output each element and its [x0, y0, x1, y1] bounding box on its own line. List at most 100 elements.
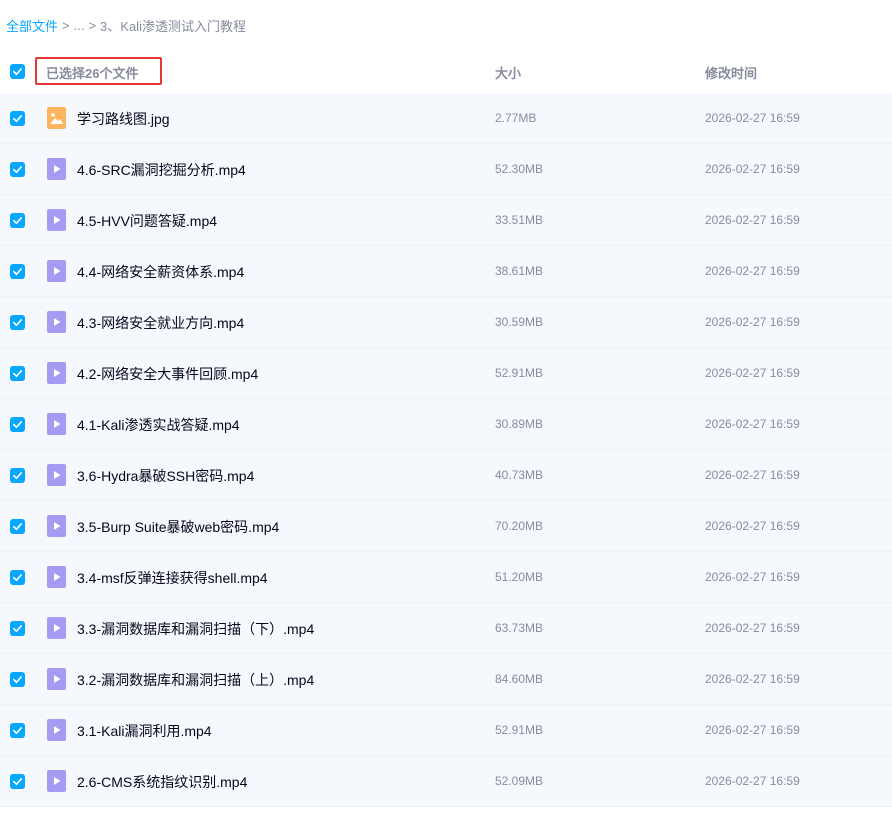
- column-header-time[interactable]: 修改时间: [705, 63, 757, 82]
- row-checkbox[interactable]: [10, 672, 25, 687]
- check-icon: [13, 319, 22, 327]
- file-modified-time: 2026-02-27 16:59: [705, 162, 800, 176]
- row-checkbox[interactable]: [10, 417, 25, 432]
- file-name[interactable]: 3.2-漏洞数据库和漏洞扫描（上）.mp4: [77, 670, 314, 690]
- file-modified-time: 2026-02-27 16:59: [705, 417, 800, 431]
- breadcrumb-root-link[interactable]: 全部文件: [6, 16, 58, 35]
- file-name[interactable]: 4.1-Kali渗透实战答疑.mp4: [77, 415, 240, 435]
- breadcrumb: 全部文件 > ... > 3、Kali渗透测试入门教程: [6, 14, 246, 36]
- row-checkbox[interactable]: [10, 774, 25, 789]
- file-name[interactable]: 4.6-SRC漏洞挖掘分析.mp4: [77, 160, 246, 180]
- file-row[interactable]: 3.4-msf反弹连接获得shell.mp4 51.20MB 2026-02-2…: [0, 552, 892, 603]
- check-icon: [13, 676, 22, 684]
- check-icon: [13, 625, 22, 633]
- file-modified-time: 2026-02-27 16:59: [705, 315, 800, 329]
- video-file-icon: [47, 566, 66, 588]
- check-icon: [13, 268, 22, 276]
- check-icon: [13, 115, 22, 123]
- file-modified-time: 2026-02-27 16:59: [705, 672, 800, 686]
- file-row[interactable]: 4.1-Kali渗透实战答疑.mp4 30.89MB 2026-02-27 16…: [0, 399, 892, 450]
- check-icon: [13, 472, 22, 480]
- file-modified-time: 2026-02-27 16:59: [705, 570, 800, 584]
- file-row[interactable]: 2.6-CMS系统指纹识别.mp4 52.09MB 2026-02-27 16:…: [0, 756, 892, 807]
- file-modified-time: 2026-02-27 16:59: [705, 366, 800, 380]
- check-icon: [13, 421, 22, 429]
- file-row[interactable]: 4.5-HVV问题答疑.mp4 33.51MB 2026-02-27 16:59: [0, 195, 892, 246]
- video-file-icon: [47, 464, 66, 486]
- file-name[interactable]: 学习路线图.jpg: [77, 109, 170, 129]
- file-size: 33.51MB: [495, 213, 544, 227]
- file-size: 52.91MB: [495, 366, 544, 380]
- video-file-icon: [47, 770, 66, 792]
- row-checkbox[interactable]: [10, 621, 25, 636]
- row-checkbox[interactable]: [10, 468, 25, 483]
- video-file-icon: [47, 209, 66, 231]
- file-row[interactable]: 4.3-网络安全就业方向.mp4 30.59MB 2026-02-27 16:5…: [0, 297, 892, 348]
- row-checkbox[interactable]: [10, 723, 25, 738]
- video-file-icon: [47, 617, 66, 639]
- video-file-icon: [47, 413, 66, 435]
- file-modified-time: 2026-02-27 16:59: [705, 519, 800, 533]
- list-header: 已选择26个文件 大小 修改时间: [0, 52, 892, 92]
- video-file-icon: [47, 515, 66, 537]
- file-size: 84.60MB: [495, 672, 544, 686]
- row-checkbox[interactable]: [10, 519, 25, 534]
- file-modified-time: 2026-02-27 16:59: [705, 468, 800, 482]
- select-all-checkbox[interactable]: [10, 64, 25, 79]
- file-size: 40.73MB: [495, 468, 544, 482]
- file-name[interactable]: 3.6-Hydra暴破SSH密码.mp4: [77, 466, 254, 486]
- file-row[interactable]: 3.2-漏洞数据库和漏洞扫描（上）.mp4 84.60MB 2026-02-27…: [0, 654, 892, 705]
- video-file-icon: [47, 260, 66, 282]
- check-icon: [13, 166, 22, 174]
- video-file-icon: [47, 362, 66, 384]
- video-file-icon: [47, 719, 66, 741]
- file-name[interactable]: 3.1-Kali漏洞利用.mp4: [77, 721, 212, 741]
- chevron-right-icon: >: [62, 17, 70, 33]
- video-file-icon: [47, 311, 66, 333]
- file-size: 52.91MB: [495, 723, 544, 737]
- check-icon: [13, 370, 22, 378]
- file-name[interactable]: 4.5-HVV问题答疑.mp4: [77, 211, 217, 231]
- row-checkbox[interactable]: [10, 315, 25, 330]
- file-name[interactable]: 2.6-CMS系统指纹识别.mp4: [77, 772, 247, 792]
- check-icon: [13, 217, 22, 225]
- file-modified-time: 2026-02-27 16:59: [705, 213, 800, 227]
- file-name[interactable]: 4.2-网络安全大事件回顾.mp4: [77, 364, 258, 384]
- video-file-icon: [47, 158, 66, 180]
- file-row[interactable]: 4.4-网络安全薪资体系.mp4 38.61MB 2026-02-27 16:5…: [0, 246, 892, 297]
- check-icon: [13, 68, 22, 76]
- file-row[interactable]: 4.6-SRC漏洞挖掘分析.mp4 52.30MB 2026-02-27 16:…: [0, 144, 892, 195]
- row-checkbox[interactable]: [10, 162, 25, 177]
- file-modified-time: 2026-02-27 16:59: [705, 774, 800, 788]
- file-row[interactable]: 3.1-Kali漏洞利用.mp4 52.91MB 2026-02-27 16:5…: [0, 705, 892, 756]
- file-size: 2.77MB: [495, 111, 537, 125]
- file-modified-time: 2026-02-27 16:59: [705, 723, 800, 737]
- file-row[interactable]: 3.5-Burp Suite暴破web密码.mp4 70.20MB 2026-0…: [0, 501, 892, 552]
- file-size: 63.73MB: [495, 621, 544, 635]
- file-name[interactable]: 3.5-Burp Suite暴破web密码.mp4: [77, 517, 279, 537]
- file-row[interactable]: 4.2-网络安全大事件回顾.mp4 52.91MB 2026-02-27 16:…: [0, 348, 892, 399]
- file-row[interactable]: 学习路线图.jpg 2.77MB 2026-02-27 16:59: [0, 93, 892, 144]
- file-modified-time: 2026-02-27 16:59: [705, 264, 800, 278]
- row-checkbox[interactable]: [10, 264, 25, 279]
- file-size: 30.59MB: [495, 315, 544, 329]
- file-size: 30.89MB: [495, 417, 544, 431]
- file-name[interactable]: 3.3-漏洞数据库和漏洞扫描（下）.mp4: [77, 619, 314, 639]
- file-size: 70.20MB: [495, 519, 544, 533]
- row-checkbox[interactable]: [10, 111, 25, 126]
- file-size: 38.61MB: [495, 264, 544, 278]
- file-name[interactable]: 4.4-网络安全薪资体系.mp4: [77, 262, 244, 282]
- file-row[interactable]: 3.6-Hydra暴破SSH密码.mp4 40.73MB 2026-02-27 …: [0, 450, 892, 501]
- breadcrumb-ellipsis-link[interactable]: ...: [74, 18, 85, 33]
- file-name[interactable]: 3.4-msf反弹连接获得shell.mp4: [77, 568, 268, 588]
- row-checkbox[interactable]: [10, 366, 25, 381]
- video-file-icon: [47, 668, 66, 690]
- column-header-size[interactable]: 大小: [495, 63, 521, 82]
- row-checkbox[interactable]: [10, 213, 25, 228]
- row-checkbox[interactable]: [10, 570, 25, 585]
- file-name[interactable]: 4.3-网络安全就业方向.mp4: [77, 313, 244, 333]
- check-icon: [13, 778, 22, 786]
- file-row[interactable]: 3.3-漏洞数据库和漏洞扫描（下）.mp4 63.73MB 2026-02-27…: [0, 603, 892, 654]
- selected-count-label: 已选择26个文件: [46, 66, 139, 81]
- check-icon: [13, 574, 22, 582]
